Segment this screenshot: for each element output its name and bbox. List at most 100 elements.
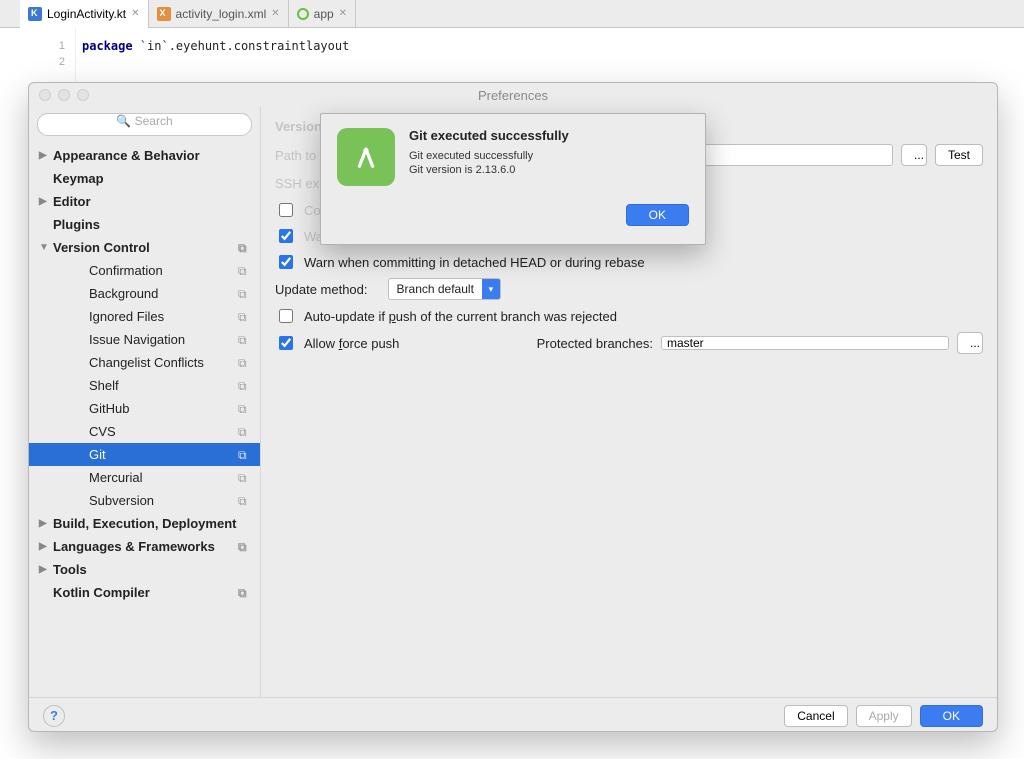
scope-badge-icon: ⧉ — [238, 264, 252, 278]
sidebar-item-ignored-files[interactable]: Ignored Files⧉ — [29, 305, 260, 328]
test-button[interactable]: Test — [935, 144, 983, 166]
scope-badge-icon: ⧉ — [238, 333, 252, 347]
sidebar-item-label: Version Control — [53, 240, 238, 255]
gutter: 12 — [0, 28, 76, 88]
scope-badge-icon: ⧉ — [238, 287, 252, 301]
sidebar-item-version-control[interactable]: Version Control⧉ — [29, 236, 260, 259]
sidebar-item-label: Keymap — [53, 171, 252, 186]
chk-cherry[interactable] — [279, 203, 293, 217]
sidebar-item-keymap[interactable]: Keymap — [29, 167, 260, 190]
update-method-select[interactable]: Branch default▾ — [388, 278, 501, 300]
sidebar-item-background[interactable]: Background⧉ — [29, 282, 260, 305]
sidebar-item-label: Appearance & Behavior — [53, 148, 252, 163]
scope-badge-icon: ⧉ — [238, 586, 252, 600]
app-file-icon — [297, 8, 309, 20]
sidebar-item-issue-navigation[interactable]: Issue Navigation⧉ — [29, 328, 260, 351]
editor-tab[interactable]: LoginActivity.kt ✕ — [20, 0, 149, 28]
disclosure-arrow-icon — [39, 150, 49, 161]
sidebar-item-cvs[interactable]: CVS⧉ — [29, 420, 260, 443]
disclosure-arrow-icon — [39, 564, 49, 575]
editor-tab[interactable]: app ✕ — [289, 0, 356, 28]
protected-browse-button[interactable]: ... — [957, 332, 983, 354]
scope-badge-icon: ⧉ — [238, 379, 252, 393]
ok-button[interactable]: OK — [920, 705, 983, 727]
sidebar-item-build-execution-deployment[interactable]: Build, Execution, Deployment — [29, 512, 260, 535]
editor-tabs: LoginActivity.kt✕activity_login.xml✕app✕ — [0, 0, 1024, 28]
sidebar-item-subversion[interactable]: Subversion⧉ — [29, 489, 260, 512]
keyword: package — [82, 39, 133, 53]
kt-file-icon — [28, 7, 42, 21]
sidebar-item-label: Editor — [53, 194, 252, 209]
scope-badge-icon: ⧉ — [238, 310, 252, 324]
sidebar-item-label: Git — [89, 447, 238, 462]
sidebar-item-tools[interactable]: Tools — [29, 558, 260, 581]
close-icon[interactable]: ✕ — [339, 8, 347, 19]
sidebar-item-git[interactable]: Git⧉ — [29, 443, 260, 466]
sidebar-item-editor[interactable]: Editor — [29, 190, 260, 213]
close-icon[interactable]: ✕ — [131, 8, 139, 19]
dialog-footer: ? Cancel Apply OK — [29, 697, 997, 733]
scope-badge-icon: ⧉ — [238, 540, 252, 554]
chk-detached[interactable] — [279, 255, 293, 269]
apply-button: Apply — [856, 705, 912, 727]
sidebar-item-label: Issue Navigation — [89, 332, 238, 347]
tab-label: LoginActivity.kt — [47, 7, 126, 21]
code: package `in`.eyehunt.constraintlayout — [76, 28, 349, 88]
dialog-title: Preferences — [478, 88, 548, 103]
editor-body: 12 package `in`.eyehunt.constraintlayout — [0, 28, 1024, 88]
update-label: Update method: — [275, 282, 368, 297]
close-icon[interactable]: ✕ — [271, 8, 279, 19]
scope-badge-icon: ⧉ — [238, 471, 252, 485]
sidebar-item-label: Languages & Frameworks — [53, 539, 238, 554]
sidebar-item-mercurial[interactable]: Mercurial⧉ — [29, 466, 260, 489]
chk-autoupdate[interactable] — [279, 309, 293, 323]
sidebar-item-label: Mercurial — [89, 470, 238, 485]
editor-tab[interactable]: activity_login.xml✕ — [149, 0, 289, 28]
browse-button[interactable]: ... — [901, 144, 927, 166]
popup-title: Git executed successfully — [409, 128, 569, 143]
sidebar-item-plugins[interactable]: Plugins — [29, 213, 260, 236]
sidebar-item-label: Plugins — [53, 217, 252, 232]
disclosure-arrow-icon — [39, 541, 49, 552]
popup-ok-button[interactable]: OK — [626, 204, 689, 226]
cancel-button[interactable]: Cancel — [784, 705, 847, 727]
git-success-popup: Git executed successfully Git executed s… — [320, 113, 706, 245]
sidebar-item-kotlin-compiler[interactable]: Kotlin Compiler⧉ — [29, 581, 260, 604]
protected-label: Protected branches: — [537, 336, 653, 351]
titlebar: Preferences — [29, 83, 997, 107]
sidebar-item-label: Kotlin Compiler — [53, 585, 238, 600]
chk-crlf[interactable] — [279, 229, 293, 243]
sidebar-item-label: Subversion — [89, 493, 238, 508]
scope-badge-icon: ⧉ — [238, 494, 252, 508]
chk-force-push[interactable] — [279, 336, 293, 350]
sidebar-tree: Appearance & Behavior Keymap Editor Plugins… — [29, 142, 260, 604]
scope-badge-icon: ⧉ — [238, 402, 252, 416]
popup-line1: Git executed successfully — [409, 149, 569, 163]
traffic-lights[interactable] — [39, 89, 89, 101]
sidebar: Search Appearance & Behavior Keymap Editor… — [29, 107, 261, 697]
xml-file-icon — [157, 7, 171, 21]
tab-label: app — [314, 7, 334, 21]
protected-branches-input[interactable] — [661, 336, 949, 350]
sidebar-item-changelist-conflicts[interactable]: Changelist Conflicts⧉ — [29, 351, 260, 374]
sidebar-item-label: Tools — [53, 562, 252, 577]
sidebar-item-github[interactable]: GitHub⧉ — [29, 397, 260, 420]
popup-line2: Git version is 2.13.6.0 — [409, 163, 569, 177]
search-input[interactable]: Search — [37, 113, 252, 136]
sidebar-item-shelf[interactable]: Shelf⧉ — [29, 374, 260, 397]
sidebar-item-label: Confirmation — [89, 263, 238, 278]
sidebar-item-languages-frameworks[interactable]: Languages & Frameworks⧉ — [29, 535, 260, 558]
scope-badge-icon: ⧉ — [238, 425, 252, 439]
scope-badge-icon: ⧉ — [238, 356, 252, 370]
sidebar-item-appearance-behavior[interactable]: Appearance & Behavior — [29, 144, 260, 167]
sidebar-item-confirmation[interactable]: Confirmation⧉ — [29, 259, 260, 282]
disclosure-arrow-icon — [39, 196, 49, 207]
sidebar-item-label: Changelist Conflicts — [89, 355, 238, 370]
code-rest: `in`.eyehunt.constraintlayout — [133, 39, 350, 53]
help-button[interactable]: ? — [43, 705, 65, 727]
git-path-input[interactable] — [703, 144, 893, 166]
sidebar-item-label: GitHub — [89, 401, 238, 416]
scope-badge-icon: ⧉ — [238, 241, 252, 255]
android-studio-icon — [337, 128, 395, 186]
sidebar-item-label: Build, Execution, Deployment — [53, 516, 252, 531]
